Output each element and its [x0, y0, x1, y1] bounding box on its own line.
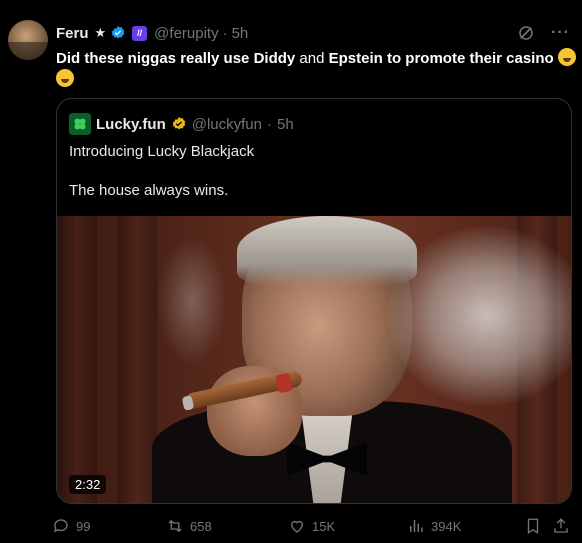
- repost-button[interactable]: 658: [166, 517, 212, 535]
- quoted-text-line-1: Introducing Lucky Blackjack: [69, 143, 255, 160]
- reply-count: 99: [76, 518, 91, 534]
- tweet[interactable]: Feru ★ // @ferupity · 5h ··· Did these n…: [0, 0, 582, 543]
- views-button[interactable]: 394K: [407, 517, 461, 535]
- smoke: [387, 226, 571, 406]
- star-icon: ★: [94, 25, 107, 40]
- bookmark-icon: [527, 518, 539, 535]
- views-count: 394K: [431, 518, 462, 534]
- repost-icon: [168, 519, 182, 533]
- author-name[interactable]: Feru: [56, 25, 89, 42]
- background-curtain: [117, 216, 157, 503]
- bookmark-button[interactable]: [524, 517, 542, 535]
- tweet-text-part-3: Epstein to promote their casino: [328, 50, 558, 67]
- quoted-text-line-2: The house always wins.: [69, 182, 229, 199]
- crying-face-emoji-icon: [56, 69, 74, 87]
- tweet-time[interactable]: 5h: [232, 25, 249, 42]
- like-icon: [291, 520, 303, 533]
- action-bar: 99 658 15K 394K: [52, 517, 572, 539]
- tweet-text-part-2: and: [295, 50, 329, 67]
- quoted-tweet[interactable]: Lucky.fun @luckyfun · 5h Introducing Luc…: [56, 98, 572, 504]
- share-button[interactable]: [552, 517, 570, 535]
- author-handle[interactable]: @ferupity: [154, 25, 218, 42]
- quoted-author-name[interactable]: Lucky.fun: [96, 116, 166, 133]
- gold-verified-badge-icon: [172, 117, 186, 130]
- tweet-text: Did these niggas really use Diddy and Ep…: [56, 48, 576, 90]
- quoted-tweet-header: Lucky.fun @luckyfun · 5h: [69, 113, 294, 135]
- like-count: 15K: [312, 518, 336, 534]
- crying-face-emoji-icon: [557, 48, 576, 66]
- like-button[interactable]: 15K: [288, 517, 335, 535]
- affiliate-badge-icon[interactable]: //: [132, 25, 148, 41]
- reply-button[interactable]: 99: [52, 517, 90, 535]
- quoted-author-handle[interactable]: @luckyfun: [192, 116, 262, 133]
- grok-icon[interactable]: [517, 24, 535, 42]
- separator-dot: ·: [222, 24, 228, 42]
- reply-icon: [53, 519, 68, 533]
- smoke: [157, 236, 227, 366]
- clover-logo-icon[interactable]: [69, 113, 91, 135]
- separator-dot: ·: [267, 115, 272, 133]
- repost-count: 658: [190, 518, 212, 534]
- video-duration: 2:32: [69, 475, 107, 494]
- video-player[interactable]: 2:32: [57, 216, 571, 503]
- video-figure-hair: [237, 216, 417, 286]
- more-icon[interactable]: ···: [551, 24, 570, 42]
- background-curtain: [57, 216, 97, 503]
- author-avatar[interactable]: [8, 20, 48, 60]
- share-icon: [554, 518, 568, 533]
- top-right-actions: ···: [517, 24, 570, 42]
- views-icon: [410, 520, 423, 532]
- quoted-tweet-time[interactable]: 5h: [277, 116, 294, 133]
- verified-badge-icon: [111, 26, 125, 39]
- tweet-header: Feru ★ // @ferupity · 5h: [56, 24, 248, 42]
- tweet-text-part-1: Did these niggas really use Diddy: [56, 50, 296, 67]
